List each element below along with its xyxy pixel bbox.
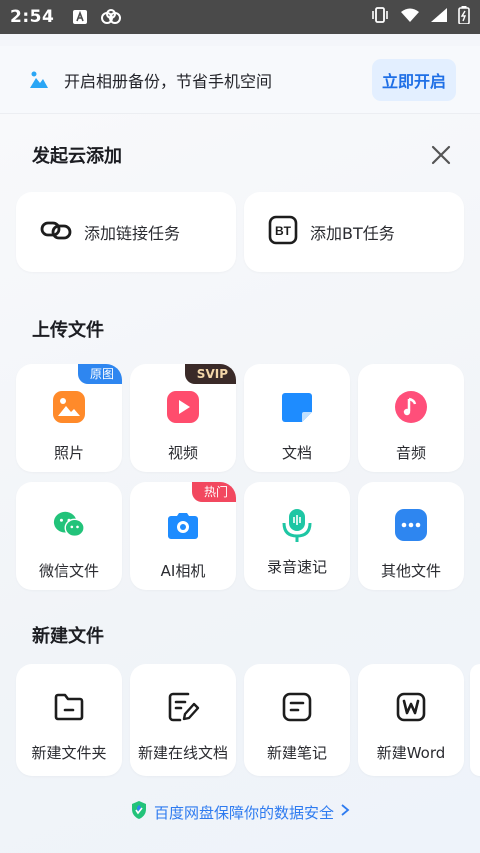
status-time: 2:54 <box>10 7 55 27</box>
upload-video-label: 视频 <box>167 444 198 462</box>
svip-tag: SVIP <box>184 364 236 384</box>
link-icon <box>40 217 72 247</box>
video-icon <box>166 390 200 424</box>
add-link-task-label: 添加链接任务 <box>84 224 181 243</box>
ai-camera-label: AI相机 <box>160 562 206 580</box>
security-footer-text: 百度网盘保障你的数据安全 <box>153 803 334 822</box>
camera-icon <box>166 508 200 542</box>
upload-wechat-file-button[interactable]: 微信文件 <box>16 482 122 590</box>
new-note-button[interactable]: 新建笔记 <box>244 664 350 776</box>
new-file-title: 新建文件 <box>32 626 104 647</box>
vibrate-icon <box>370 7 390 27</box>
upload-other-file-button[interactable]: 其他文件 <box>358 482 464 590</box>
add-sheet: 发起云添加 添加链接任务 BT 添加BT任务 上传文件 原图 照片 SVIP 视… <box>0 114 480 853</box>
word-icon <box>394 690 428 724</box>
upload-video-button[interactable]: SVIP 视频 <box>130 364 236 472</box>
upload-audio-label: 音频 <box>395 444 426 462</box>
next-tile-partial[interactable] <box>470 664 480 776</box>
security-footer-link[interactable]: 百度网盘保障你的数据安全 <box>0 800 480 824</box>
original-image-tag: 原图 <box>77 364 122 384</box>
upload-document-label: 文档 <box>281 444 312 462</box>
upload-other-file-label: 其他文件 <box>380 562 441 580</box>
shield-icon <box>130 800 148 824</box>
wifi-icon <box>400 7 420 27</box>
wechat-icon <box>52 508 86 542</box>
battery-icon <box>458 6 470 28</box>
add-bt-task-button[interactable]: BT 添加BT任务 <box>244 192 464 272</box>
add-link-task-button[interactable]: 添加链接任务 <box>16 192 236 272</box>
document-icon <box>280 390 314 424</box>
note-icon <box>280 690 314 724</box>
backup-banner: 开启相册备份，节省手机空间 立即开启 <box>0 46 480 114</box>
microphone-icon <box>280 508 314 542</box>
close-icon[interactable] <box>430 144 452 166</box>
folder-icon <box>52 690 86 724</box>
photo-icon <box>52 390 86 424</box>
album-backup-icon <box>28 69 50 91</box>
new-word-label: 新建Word <box>376 744 446 762</box>
upload-photo-button[interactable]: 原图 照片 <box>16 364 122 472</box>
new-online-doc-button[interactable]: 新建在线文档 <box>130 664 236 776</box>
voice-memo-button[interactable]: 录音速记 <box>244 482 350 590</box>
ai-camera-button[interactable]: 热门 AI相机 <box>130 482 236 590</box>
upload-document-button[interactable]: 文档 <box>244 364 350 472</box>
add-bt-task-label: 添加BT任务 <box>310 224 395 243</box>
svg-text:BT: BT <box>275 224 292 238</box>
upload-photo-label: 照片 <box>53 444 84 462</box>
enable-backup-button[interactable]: 立即开启 <box>371 58 456 101</box>
more-icon <box>394 508 428 542</box>
hot-tag: 热门 <box>191 482 236 502</box>
audio-icon <box>394 390 428 424</box>
bt-icon: BT <box>268 215 298 249</box>
chevron-right-icon <box>340 803 350 821</box>
backup-banner-text: 开启相册备份，节省手机空间 <box>64 71 273 91</box>
notification-a-icon <box>72 9 88 25</box>
new-online-doc-label: 新建在线文档 <box>137 744 228 762</box>
voice-memo-label: 录音速记 <box>266 558 327 576</box>
cloud-add-title: 发起云添加 <box>32 146 122 167</box>
upload-audio-button[interactable]: 音频 <box>358 364 464 472</box>
upload-wechat-file-label: 微信文件 <box>38 562 99 580</box>
baidu-netdisk-status-icon <box>100 9 122 25</box>
signal-icon <box>430 7 448 27</box>
edit-doc-icon <box>166 690 200 724</box>
new-folder-button[interactable]: 新建文件夹 <box>16 664 122 776</box>
new-note-label: 新建笔记 <box>266 744 327 762</box>
new-word-button[interactable]: 新建Word <box>358 664 464 776</box>
new-folder-label: 新建文件夹 <box>31 744 107 762</box>
upload-title: 上传文件 <box>32 320 104 341</box>
status-bar: 2:54 <box>0 0 480 34</box>
